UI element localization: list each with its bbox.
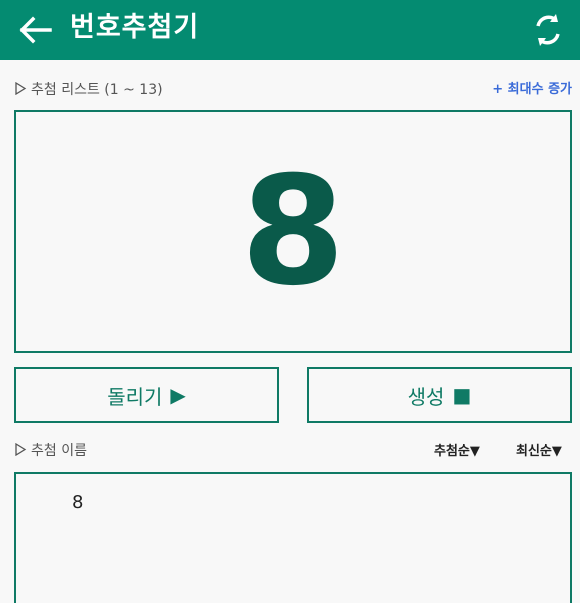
draw-names-label-text: 추첨 이름 <box>31 443 87 459</box>
play-icon: ▶ <box>170 383 186 407</box>
sort-newest-button[interactable]: 최신순▼ <box>516 440 562 459</box>
draw-result-box: 8 <box>14 110 572 353</box>
drawn-names-list: 8 <box>14 472 572 603</box>
draw-names-label: 추첨 이름 <box>14 440 87 460</box>
spin-button-label: 돌리기 <box>107 384 163 409</box>
arrow-left-icon <box>19 16 52 44</box>
generate-button-label: 생성 <box>407 384 445 409</box>
refresh-button[interactable] <box>528 10 568 50</box>
sort-draw-order-button[interactable]: 추첨순▼ <box>434 440 480 459</box>
triangle-right-icon <box>15 82 27 95</box>
triangle-right-icon <box>15 443 27 456</box>
back-button[interactable] <box>16 10 56 50</box>
spin-button[interactable]: 돌리기 ▶ <box>14 367 279 423</box>
list-item: 8 <box>72 492 84 513</box>
stop-square-icon: ■ <box>452 383 472 407</box>
app-bar: 번호추첨기 <box>0 0 580 60</box>
draw-list-label: 추첨 리스트 (1 ~ 13) <box>14 79 163 99</box>
drawn-number: 8 <box>240 144 346 319</box>
draw-list-label-text: 추첨 리스트 (1 ~ 13) <box>31 82 163 98</box>
page-title: 번호추첨기 <box>70 12 200 43</box>
generate-button[interactable]: 생성 ■ <box>307 367 572 423</box>
increase-max-link[interactable]: + 최대수 증가 <box>492 78 572 97</box>
refresh-icon <box>536 14 560 46</box>
